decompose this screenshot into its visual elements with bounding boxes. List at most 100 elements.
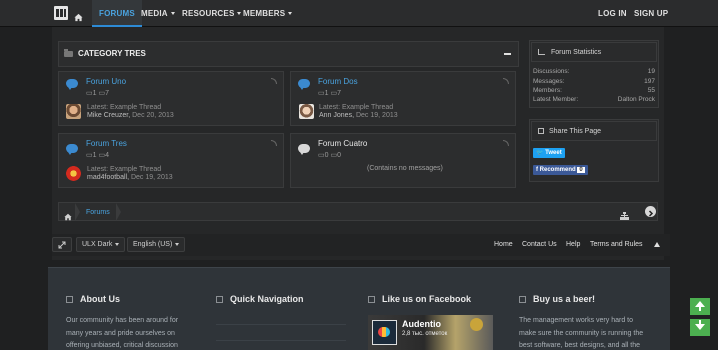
forum-bubble-icon [66, 79, 78, 90]
latest-meta: Mike Creuzer, Dec 20, 2013 [87, 112, 174, 119]
about-line: Our community has been around for [66, 317, 179, 324]
chevron-down-icon [115, 242, 120, 246]
panel-title: Share This Page [549, 128, 602, 135]
chevron-down-icon [170, 12, 175, 16]
facebook-icon [368, 296, 375, 303]
beer-line: best software, best designs, and all the [519, 342, 641, 349]
chart-icon [538, 49, 545, 55]
forum-title-link[interactable]: Forum Dos [318, 77, 358, 86]
about-text: Our community has been around for many y… [66, 315, 206, 350]
quick-nav-divider [216, 324, 346, 325]
forum-title-link[interactable]: Forum Cuatro [318, 139, 367, 148]
language-chooser[interactable]: English (US) [127, 237, 186, 252]
facebook-recommend-button[interactable]: f Recommend 0 [533, 165, 588, 175]
footer-link-help[interactable]: Help [566, 241, 580, 248]
collapse-icon[interactable] [504, 53, 511, 55]
nav-media[interactable]: MEDIA [141, 0, 175, 27]
avatar[interactable] [299, 104, 314, 119]
tweet-label: Tweet [545, 150, 562, 156]
home-icon[interactable] [64, 208, 72, 226]
latest-member-link[interactable]: Dalton Prock [585, 96, 655, 103]
quick-nav-divider [216, 340, 346, 341]
facebook-title: Like us on Facebook [382, 294, 472, 304]
signup-link[interactable]: SIGN UP [634, 0, 668, 27]
site-logo[interactable] [54, 6, 68, 20]
stat-label: Latest Member: [533, 96, 579, 103]
navigation-icon [216, 296, 223, 303]
scroll-top-icon[interactable] [654, 242, 660, 247]
breadcrumb-separator [75, 203, 80, 221]
forum-title-link[interactable]: Forum Uno [86, 77, 126, 86]
thread-count: 0 [324, 152, 329, 159]
forum-stats: ▭1 ▭7 [318, 90, 341, 97]
panel-title: Forum Statistics [551, 49, 602, 56]
beer-icon [519, 296, 526, 303]
latest-thread-link[interactable]: Latest: Example Thread [87, 104, 161, 111]
forum-bubble-icon [298, 79, 310, 90]
latest-label: Latest: Example Thread [87, 166, 162, 173]
latest-meta: mad4football, Dec 19, 2013 [87, 174, 173, 181]
facebook-page-logo-icon [378, 327, 390, 337]
message-count: 7 [337, 90, 341, 97]
latest-label: Latest: Example Thread [87, 104, 162, 111]
forum-stats: ▭1 ▭4 [86, 152, 109, 159]
avatar[interactable] [66, 166, 81, 181]
latest-user-link[interactable]: mad4football [87, 174, 127, 181]
category-title: CATEGORY TRES [78, 49, 146, 58]
footer-link-contact[interactable]: Contact Us [522, 241, 557, 248]
style-label: ULX Dark [82, 241, 113, 248]
beer-title: Buy us a beer! [533, 294, 596, 304]
latest-user-link[interactable]: Mike Creuzer [87, 112, 128, 119]
footer-link-home[interactable]: Home [494, 241, 513, 248]
stat-label: Messages: [533, 78, 565, 85]
latest-thread-link[interactable]: Latest: Example Thread [319, 104, 393, 111]
style-chooser[interactable]: ULX Dark [76, 237, 126, 252]
forum-stats: ▭0 ▭0 [318, 152, 341, 159]
latest-user-link[interactable]: Ann Jones [319, 112, 352, 119]
stat-label: Members: [533, 87, 562, 94]
forum-title-link[interactable]: Forum Tres [86, 139, 127, 148]
message-count: 0 [337, 152, 341, 159]
nav-resources[interactable]: RESOURCES [182, 0, 242, 27]
latest-date: Dec 20, 2013 [132, 112, 174, 119]
breadcrumb-forums[interactable]: Forums [86, 209, 110, 216]
about-line: offering unbiased, critical discussion [66, 342, 178, 349]
latest-date: Dec 19, 2013 [355, 112, 398, 119]
latest-thread-link[interactable]: Latest: Example Thread [87, 166, 161, 173]
nav-members[interactable]: MEMBERS [243, 0, 293, 27]
quick-navigation-title: Quick Navigation [230, 294, 304, 304]
recommend-count: 0 [577, 167, 585, 173]
thread-count: 1 [92, 152, 97, 159]
fluid-width-button[interactable] [52, 237, 72, 252]
beer-line: The management works very hard to [519, 317, 633, 324]
avatar[interactable] [66, 104, 81, 119]
scroll-up-button[interactable] [690, 298, 710, 315]
jump-to-icon[interactable] [645, 206, 656, 217]
latest-date: Dec 19, 2013 [130, 174, 173, 181]
login-link[interactable]: LOG IN [598, 0, 627, 27]
stat-value: 55 [647, 87, 655, 94]
empty-forum-note: (Contains no messages) [367, 165, 443, 172]
facebook-page-name[interactable]: Audentio [402, 319, 441, 329]
beer-text: The management works very hard to make s… [519, 315, 669, 350]
facebook-cover-decoration [470, 318, 483, 331]
message-count: 4 [105, 152, 109, 159]
forum-bubble-icon [66, 144, 78, 155]
tweet-button[interactable]: 🐦 Tweet [533, 148, 565, 158]
home-icon[interactable] [74, 9, 83, 22]
stat-label: Discussions: [533, 68, 570, 75]
forum-bubble-icon [298, 144, 310, 155]
arrow-up-icon [695, 301, 705, 311]
breadcrumb [58, 202, 658, 221]
language-label: English (US) [133, 241, 173, 248]
latest-meta: Ann Jones, Dec 19, 2013 [319, 112, 398, 119]
folder-icon [64, 49, 73, 57]
nav-resources-label: RESOURCES [182, 9, 235, 18]
chevron-down-icon [288, 12, 293, 16]
info-icon [66, 296, 73, 303]
footer-link-terms[interactable]: Terms and Rules [590, 241, 643, 248]
nav-forums[interactable]: FORUMS [92, 0, 142, 27]
nav-members-label: MEMBERS [243, 9, 286, 18]
sitemap-icon[interactable] [620, 207, 629, 225]
scroll-down-button[interactable] [690, 319, 710, 336]
